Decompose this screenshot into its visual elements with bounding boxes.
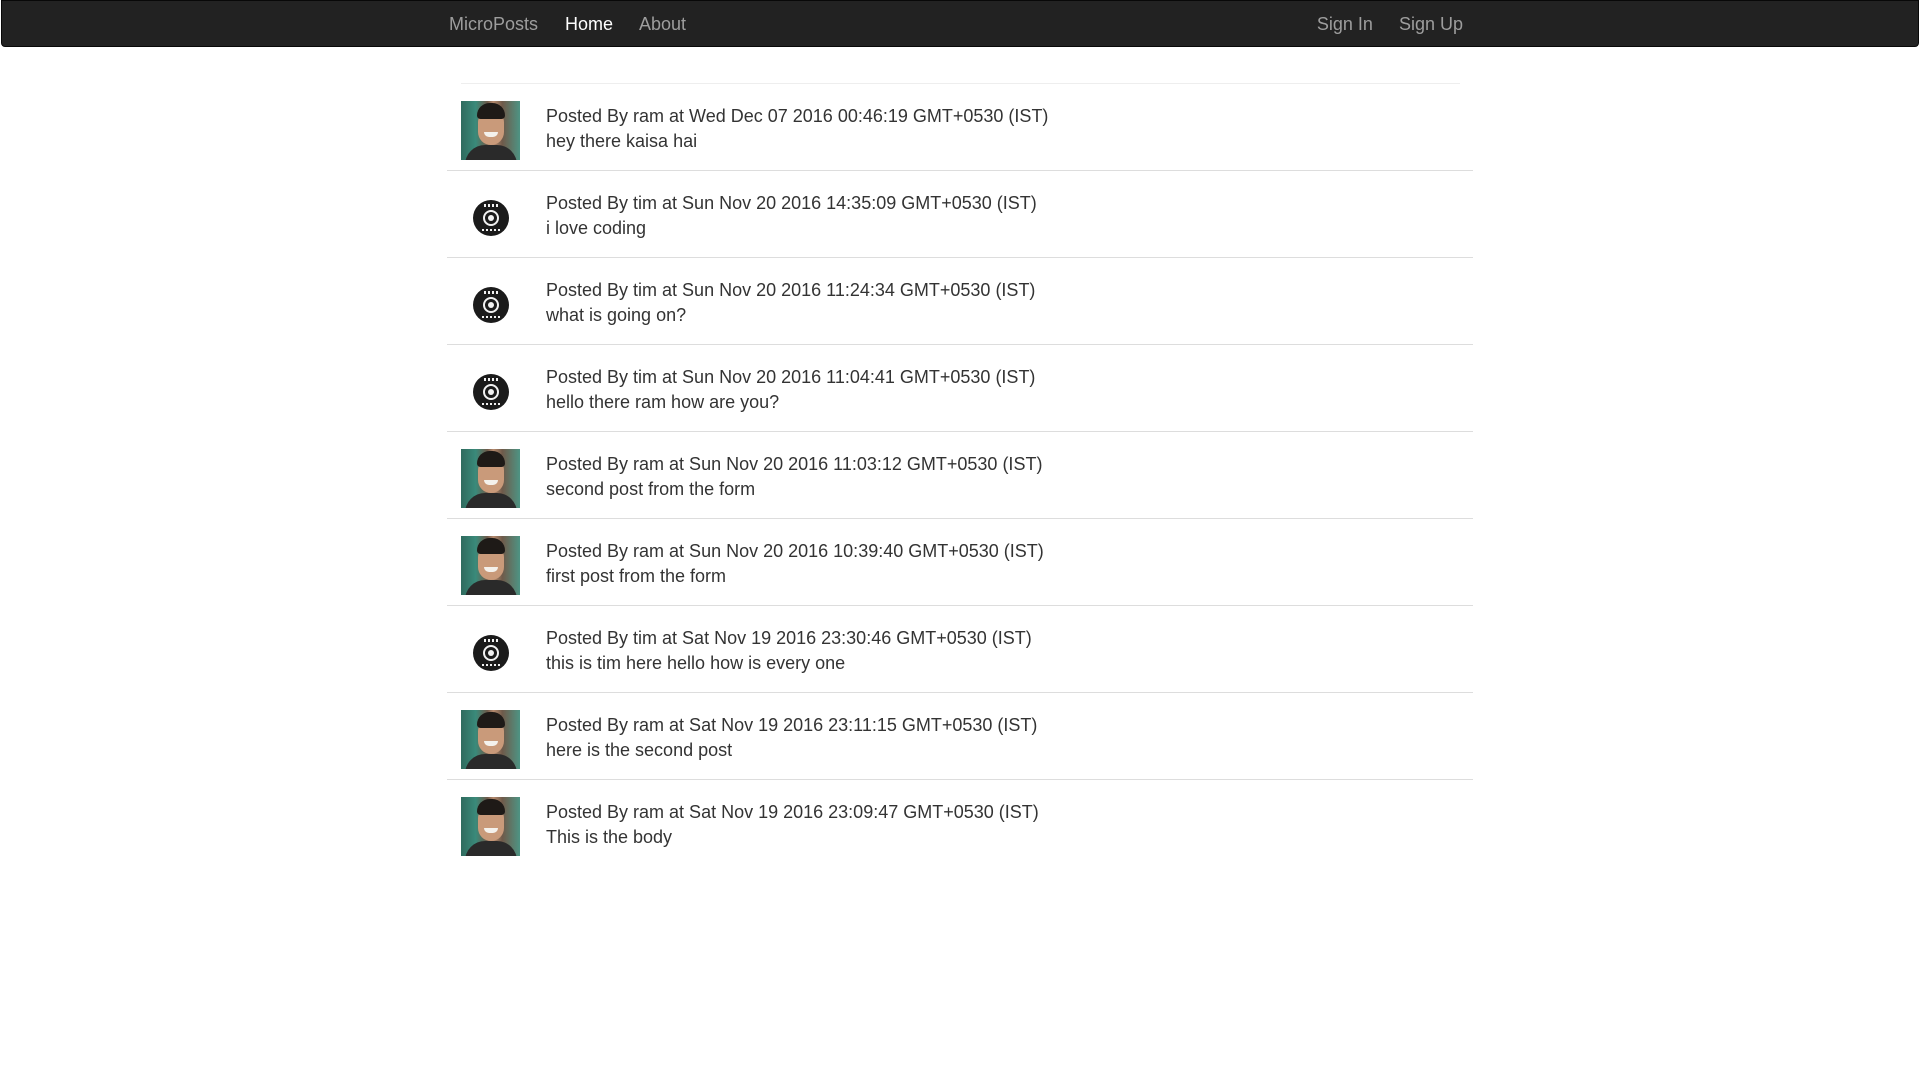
- post-text: i love coding: [546, 218, 647, 238]
- post-item: Posted By ram at Sat Nov 19 2016 23:11:1…: [447, 693, 1473, 780]
- post-item: Posted By tim at Sun Nov 20 2016 14:35:0…: [447, 171, 1473, 258]
- nav-link-about[interactable]: About: [626, 1, 699, 47]
- post-text: here is the second post: [546, 740, 733, 760]
- post-body: Posted By tim at Sun Nov 20 2016 11:04:4…: [546, 365, 1446, 415]
- navbar: MicroPosts Home About Sign In Sign Up: [1, 0, 1919, 47]
- post-item: Posted By tim at Sat Nov 19 2016 23:30:4…: [447, 606, 1473, 693]
- post-item: Posted By tim at Sun Nov 20 2016 11:24:3…: [447, 258, 1473, 345]
- post-body: Posted By ram at Wed Dec 07 2016 00:46:1…: [546, 104, 1446, 154]
- post-meta: Posted By ram at Sun Nov 20 2016 10:39:4…: [546, 541, 1044, 561]
- ram-photo-avatar: [461, 710, 520, 769]
- navbar-inner: MicroPosts Home About Sign In Sign Up: [449, 1, 1463, 47]
- post-item: Posted By tim at Sun Nov 20 2016 11:04:4…: [447, 345, 1473, 432]
- nav-left-links: Home About: [565, 1, 699, 47]
- post-meta: Posted By tim at Sat Nov 19 2016 23:30:4…: [546, 628, 1032, 648]
- tim-disc-avatar: [461, 623, 520, 682]
- post-item: Posted By ram at Wed Dec 07 2016 00:46:1…: [447, 84, 1473, 171]
- nav-link-sign-in[interactable]: Sign In: [1317, 1, 1386, 47]
- post-item: Posted By ram at Sun Nov 20 2016 11:03:1…: [447, 432, 1473, 519]
- post-text: This is the body: [546, 827, 673, 847]
- post-meta: Posted By ram at Sat Nov 19 2016 23:11:1…: [546, 715, 1038, 735]
- post-meta: Posted By tim at Sun Nov 20 2016 11:24:3…: [546, 280, 1036, 300]
- post-meta: Posted By tim at Sun Nov 20 2016 14:35:0…: [546, 193, 1037, 213]
- post-body: Posted By ram at Sat Nov 19 2016 23:09:4…: [546, 800, 1446, 850]
- post-body: Posted By ram at Sun Nov 20 2016 11:03:1…: [546, 452, 1446, 502]
- post-list: Posted By ram at Wed Dec 07 2016 00:46:1…: [447, 84, 1473, 867]
- ram-photo-avatar: [461, 536, 520, 595]
- post-meta: Posted By ram at Wed Dec 07 2016 00:46:1…: [546, 106, 1049, 126]
- post-item: Posted By ram at Sun Nov 20 2016 10:39:4…: [447, 519, 1473, 606]
- post-text: what is going on?: [546, 305, 687, 325]
- post-text: this is tim here hello how is every one: [546, 653, 846, 673]
- nav-link-home[interactable]: Home: [565, 1, 626, 47]
- nav-link-sign-up[interactable]: Sign Up: [1386, 1, 1463, 47]
- post-body: Posted By tim at Sun Nov 20 2016 11:24:3…: [546, 278, 1446, 328]
- tim-disc-avatar: [461, 275, 520, 334]
- ram-photo-avatar: [461, 449, 520, 508]
- ram-photo-avatar: [461, 101, 520, 160]
- nav-right-links: Sign In Sign Up: [1317, 1, 1463, 47]
- post-meta: Posted By ram at Sat Nov 19 2016 23:09:4…: [546, 802, 1039, 822]
- post-text: first post from the form: [546, 566, 727, 586]
- post-body: Posted By tim at Sat Nov 19 2016 23:30:4…: [546, 626, 1446, 676]
- post-body: Posted By ram at Sat Nov 19 2016 23:11:1…: [546, 713, 1446, 763]
- post-text: hello there ram how are you?: [546, 392, 780, 412]
- tim-disc-avatar: [461, 362, 520, 421]
- ram-photo-avatar: [461, 797, 520, 856]
- post-meta: Posted By ram at Sun Nov 20 2016 11:03:1…: [546, 454, 1043, 474]
- post-body: Posted By ram at Sun Nov 20 2016 10:39:4…: [546, 539, 1446, 589]
- brand-link[interactable]: MicroPosts: [449, 1, 538, 47]
- post-text: second post from the form: [546, 479, 756, 499]
- post-text: hey there kaisa hai: [546, 131, 698, 151]
- post-body: Posted By tim at Sun Nov 20 2016 14:35:0…: [546, 191, 1446, 241]
- tim-disc-avatar: [461, 188, 520, 247]
- post-meta: Posted By tim at Sun Nov 20 2016 11:04:4…: [546, 367, 1036, 387]
- post-item: Posted By ram at Sat Nov 19 2016 23:09:4…: [447, 780, 1473, 867]
